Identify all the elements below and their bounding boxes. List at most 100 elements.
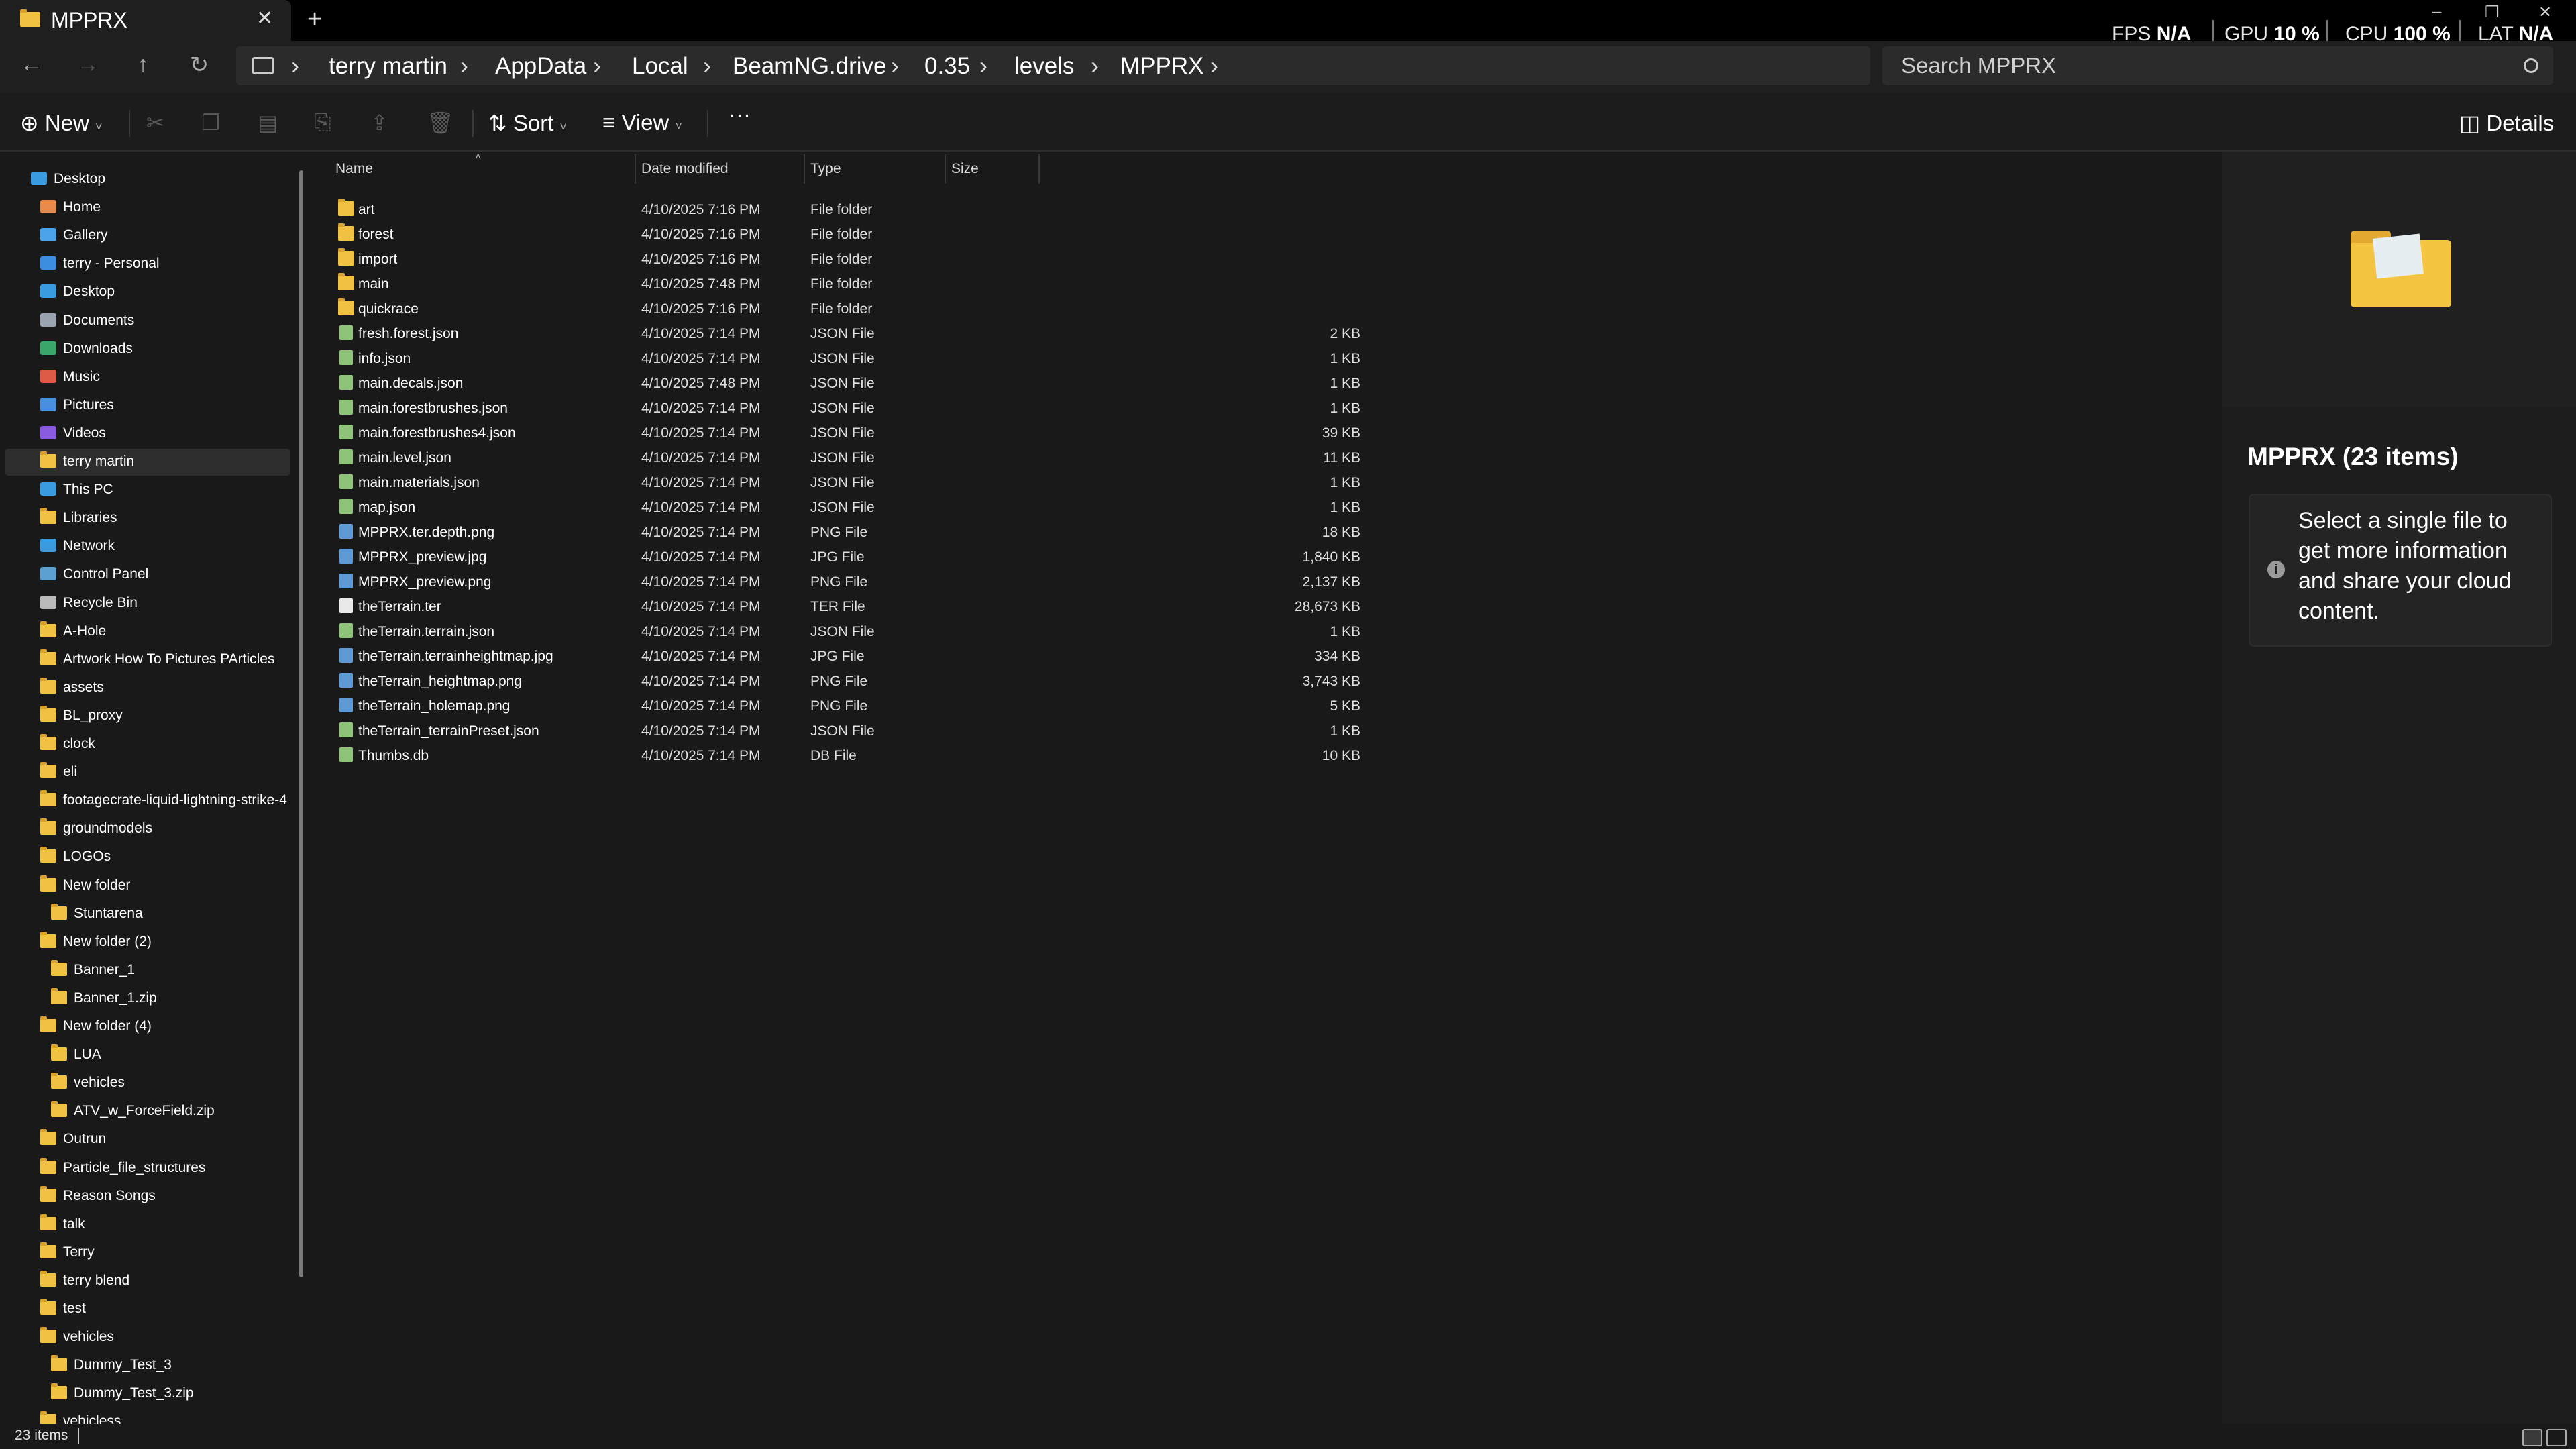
file-row[interactable]: MPPRX_preview.jpg 4/10/2025 7:14 PM JPG Fi… xyxy=(334,545,1360,570)
file-row[interactable]: theTerrain_terrainPreset.json 4/10/2025 7… xyxy=(334,718,1360,743)
nav-item[interactable]: Desktop xyxy=(0,166,288,193)
nav-item[interactable]: assets xyxy=(0,675,288,702)
nav-item[interactable]: LUA xyxy=(0,1042,288,1069)
search-icon[interactable] xyxy=(2524,58,2538,73)
column-header-name[interactable]: Name xyxy=(335,161,373,177)
file-row[interactable]: map.json 4/10/2025 7:14 PM JSON File 1 KB xyxy=(334,495,1360,520)
nav-item[interactable]: terry blend xyxy=(0,1268,288,1295)
nav-item[interactable]: Control Panel xyxy=(0,561,288,588)
tiles-view-toggle[interactable] xyxy=(2546,1429,2567,1446)
column-divider[interactable] xyxy=(635,154,636,184)
nav-item[interactable]: Downloads xyxy=(0,336,288,363)
address-bar[interactable]: › terry martin › AppData › Local › BeamN… xyxy=(236,46,1870,85)
chevron-right-icon[interactable]: › xyxy=(703,52,711,80)
chevron-right-icon[interactable]: › xyxy=(979,52,987,80)
chevron-right-icon[interactable]: › xyxy=(460,52,468,80)
new-button[interactable]: ⊕ New ˅ xyxy=(20,110,103,136)
file-row[interactable]: main.decals.json 4/10/2025 7:48 PM JSON Fi… xyxy=(334,371,1360,396)
file-row[interactable]: Thumbs.db 4/10/2025 7:14 PM DB File 10 KB xyxy=(334,743,1360,768)
more-options-button[interactable]: ··· xyxy=(729,102,751,127)
nav-item[interactable]: ATV_w_ForceField.zip xyxy=(0,1098,288,1125)
close-tab-icon[interactable]: ✕ xyxy=(256,7,273,30)
chevron-right-icon[interactable]: › xyxy=(1210,52,1218,80)
refresh-icon[interactable]: ↻ xyxy=(182,52,216,78)
file-row[interactable]: main.forestbrushes4.json 4/10/2025 7:14 P… xyxy=(334,421,1360,445)
breadcrumb-item[interactable]: BeamNG.drive xyxy=(733,53,887,80)
paste-icon[interactable]: ▤ xyxy=(258,110,278,136)
nav-item[interactable]: eli xyxy=(0,759,288,786)
rename-icon[interactable]: ⎘ xyxy=(314,110,331,136)
view-button[interactable]: ≡ View ˅ xyxy=(602,110,682,136)
nav-item[interactable]: This PC xyxy=(0,477,288,504)
details-button[interactable]: ◫ Details xyxy=(2459,110,2554,136)
nav-item[interactable]: Terry xyxy=(0,1240,288,1267)
sort-button[interactable]: ⇅ Sort ˅ xyxy=(488,110,567,136)
breadcrumb-item[interactable]: 0.35 xyxy=(924,53,970,80)
file-row[interactable]: MPPRX.ter.depth.png 4/10/2025 7:14 PM PNG … xyxy=(334,520,1360,545)
nav-item[interactable]: Home xyxy=(0,195,288,221)
new-tab-button[interactable]: + xyxy=(307,5,322,34)
file-row[interactable]: theTerrain.terrainheightmap.jpg 4/10/2025… xyxy=(334,644,1360,669)
file-row[interactable]: theTerrain.ter 4/10/2025 7:14 PM TER File 2… xyxy=(334,594,1360,619)
explorer-tab[interactable]: MPPRX ✕ xyxy=(0,0,291,41)
file-row[interactable]: theTerrain_heightmap.png 4/10/2025 7:14 P… xyxy=(334,669,1360,694)
chevron-right-icon[interactable]: › xyxy=(891,52,899,80)
nav-item[interactable]: terry - Personal xyxy=(0,251,288,278)
nav-item[interactable]: Recycle Bin xyxy=(0,590,288,617)
nav-item[interactable]: clock xyxy=(0,731,288,758)
nav-item[interactable]: footagecrate-liquid-lightning-strike-4 xyxy=(0,788,288,814)
nav-item[interactable]: Pictures xyxy=(0,392,288,419)
nav-item[interactable]: vehicles xyxy=(0,1324,288,1351)
nav-item[interactable]: New folder xyxy=(0,873,288,900)
chevron-right-icon[interactable]: › xyxy=(1091,52,1099,80)
search-input[interactable] xyxy=(1900,52,2506,80)
chevron-right-icon[interactable]: › xyxy=(291,52,299,80)
file-row[interactable]: main.level.json 4/10/2025 7:14 PM JSON Fil… xyxy=(334,445,1360,470)
file-row[interactable]: quickrace 4/10/2025 7:16 PM File folder xyxy=(334,297,1360,321)
breadcrumb-item[interactable]: Local xyxy=(632,53,688,80)
delete-icon[interactable]: 🗑 xyxy=(427,110,454,136)
nav-item[interactable]: Banner_1 xyxy=(0,957,288,984)
nav-item[interactable]: Documents xyxy=(0,308,288,335)
nav-item[interactable]: Banner_1.zip xyxy=(0,985,288,1012)
column-divider[interactable] xyxy=(804,154,805,184)
nav-item[interactable]: vehicless xyxy=(0,1409,288,1424)
file-row[interactable]: forest 4/10/2025 7:16 PM File folder xyxy=(334,222,1360,247)
breadcrumb-item[interactable]: terry martin xyxy=(329,53,447,80)
nav-item[interactable]: Desktop xyxy=(0,279,288,306)
nav-item[interactable]: Stuntarena xyxy=(0,901,288,928)
file-row[interactable]: main.forestbrushes.json 4/10/2025 7:14 PM… xyxy=(334,396,1360,421)
nav-item[interactable]: BL_proxy xyxy=(0,703,288,730)
nav-item[interactable]: talk xyxy=(0,1212,288,1238)
breadcrumb-item[interactable]: MPPRX xyxy=(1120,53,1203,80)
nav-item[interactable]: Dummy_Test_3 xyxy=(0,1352,288,1379)
nav-item[interactable]: Libraries xyxy=(0,505,288,532)
breadcrumb-item[interactable]: AppData xyxy=(495,53,586,80)
copy-icon[interactable]: ❐ xyxy=(201,110,221,136)
column-header-size[interactable]: Size xyxy=(951,161,979,177)
nav-item[interactable]: Reason Songs xyxy=(0,1183,288,1210)
nav-scrollbar[interactable] xyxy=(299,170,303,1277)
nav-item[interactable]: test xyxy=(0,1296,288,1323)
nav-item[interactable]: New folder (2) xyxy=(0,929,288,956)
file-row[interactable]: MPPRX_preview.png 4/10/2025 7:14 PM PNG Fi… xyxy=(334,570,1360,594)
nav-item[interactable]: Artwork How To Pictures PArticles xyxy=(0,647,288,674)
nav-item[interactable]: Gallery xyxy=(0,223,288,250)
nav-item[interactable]: Videos xyxy=(0,421,288,447)
file-row[interactable]: import 4/10/2025 7:16 PM File folder xyxy=(334,247,1360,272)
nav-item[interactable]: Outrun xyxy=(0,1126,288,1153)
file-row[interactable]: art 4/10/2025 7:16 PM File folder xyxy=(334,197,1360,222)
column-divider[interactable] xyxy=(945,154,946,184)
minimize-icon[interactable]: – xyxy=(2432,3,2441,21)
nav-item[interactable]: New folder (4) xyxy=(0,1014,288,1040)
file-row[interactable]: main 4/10/2025 7:48 PM File folder xyxy=(334,272,1360,297)
nav-item[interactable]: Particle_file_structures xyxy=(0,1155,288,1182)
nav-item[interactable]: Dummy_Test_3.zip xyxy=(0,1381,288,1407)
nav-item[interactable]: Music xyxy=(0,364,288,391)
forward-arrow-icon[interactable]: → xyxy=(71,52,105,78)
nav-item[interactable]: groundmodels xyxy=(0,816,288,843)
file-row[interactable]: theTerrain.terrain.json 4/10/2025 7:14 PM… xyxy=(334,619,1360,644)
share-icon[interactable]: ⇪ xyxy=(370,110,388,136)
file-row[interactable]: info.json 4/10/2025 7:14 PM JSON File 1 KB xyxy=(334,346,1360,371)
column-header-type[interactable]: Type xyxy=(810,161,841,177)
